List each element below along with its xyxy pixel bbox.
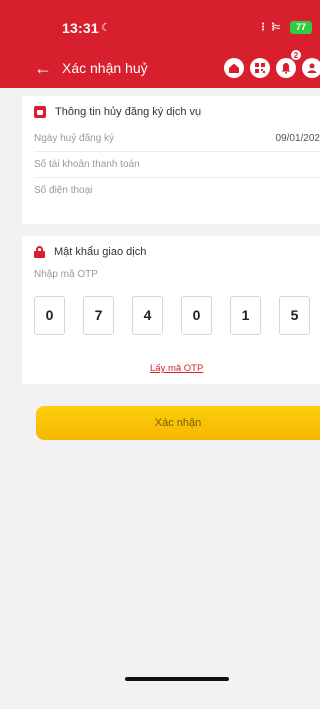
transaction-password-title: Mật khẩu giao dịch bbox=[54, 246, 147, 258]
notification-bell-icon[interactable] bbox=[276, 58, 296, 78]
calendar-icon bbox=[34, 106, 46, 118]
battery-icon: 77 bbox=[290, 21, 312, 34]
avatar-icon[interactable] bbox=[302, 58, 320, 78]
row-cancel-date: Ngày huỷ đăng ký 09/01/202 bbox=[34, 126, 320, 152]
transaction-password-card: Mật khẩu giao dịch Nhập mã OTP 0 7 4 0 1… bbox=[22, 236, 320, 384]
row-value: 09/01/202 bbox=[275, 133, 320, 144]
row-label: Số tài khoản thanh toán bbox=[34, 159, 140, 170]
top-app-bar: 13:31 ☾ ⋮⋮ ≈ 77 ← Xác nhận huỷ 2 bbox=[0, 0, 320, 88]
otp-digit-box[interactable]: 0 bbox=[34, 296, 65, 335]
nav-bar: ← Xác nhận huỷ 2 bbox=[0, 49, 320, 82]
home-indicator[interactable] bbox=[125, 677, 229, 681]
qr-icon[interactable] bbox=[250, 58, 270, 78]
status-bar: 13:31 ☾ ⋮⋮ ≈ 77 bbox=[0, 18, 320, 40]
notification-badge: 2 bbox=[290, 49, 302, 61]
row-phone-number: Số điện thoại bbox=[34, 178, 320, 204]
lock-icon bbox=[34, 246, 45, 258]
wifi-icon: ≈ bbox=[273, 19, 281, 34]
service-info-title: Thông tin hủy đăng ký dịch vụ bbox=[55, 106, 202, 118]
row-payment-account: Số tài khoản thanh toán bbox=[34, 152, 320, 178]
home-icon[interactable] bbox=[224, 58, 244, 78]
get-otp-link[interactable]: Lấy mã OTP bbox=[150, 363, 203, 374]
row-label: Số điện thoại bbox=[34, 185, 93, 196]
page-title: Xác nhận huỷ bbox=[62, 60, 148, 76]
service-info-heading: Thông tin hủy đăng ký dịch vụ bbox=[34, 106, 201, 118]
back-arrow-icon[interactable]: ← bbox=[34, 56, 52, 80]
otp-digit-box[interactable]: 5 bbox=[279, 296, 310, 335]
otp-digit-box[interactable]: 0 bbox=[181, 296, 212, 335]
silent-mode-icon: ☾ bbox=[101, 22, 111, 34]
status-time: 13:31 bbox=[62, 20, 99, 36]
service-info-card: Thông tin hủy đăng ký dịch vụ Ngày huỷ đ… bbox=[22, 96, 320, 224]
otp-digit-box[interactable]: 1 bbox=[230, 296, 261, 335]
otp-digit-box[interactable]: 4 bbox=[132, 296, 163, 335]
row-label: Ngày huỷ đăng ký bbox=[34, 133, 115, 144]
transaction-password-heading: Mật khẩu giao dịch bbox=[34, 246, 146, 258]
otp-label: Nhập mã OTP bbox=[34, 269, 98, 280]
otp-digit-box[interactable]: 7 bbox=[83, 296, 114, 335]
confirm-button[interactable]: Xác nhận bbox=[36, 406, 320, 440]
